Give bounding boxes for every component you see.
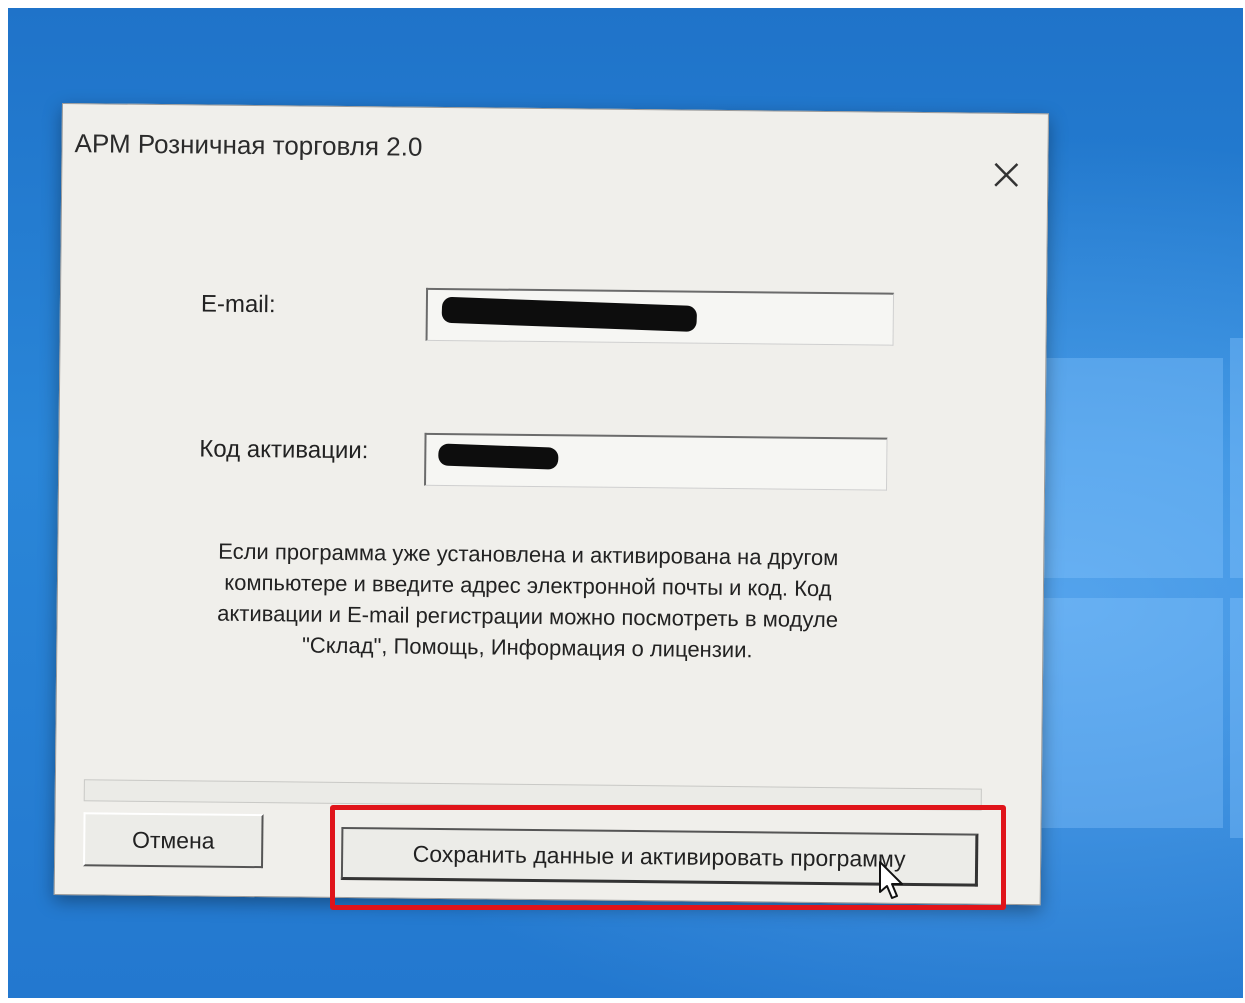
windows-logo-pane xyxy=(1038,598,1223,828)
redaction-mark xyxy=(437,443,559,470)
close-button[interactable] xyxy=(989,158,1023,192)
redaction-mark xyxy=(441,296,698,332)
activation-code-field[interactable] xyxy=(424,432,888,491)
windows-logo-pane xyxy=(1230,598,1243,838)
info-text: Если программа уже установлена и активир… xyxy=(217,538,839,663)
mouse-pointer-icon xyxy=(879,861,903,899)
email-label: E-mail: xyxy=(200,290,276,319)
dialog-title: АРМ Розничная торговля 2.0 xyxy=(74,128,423,162)
activation-code-label: Код активации: xyxy=(199,435,369,465)
cancel-button[interactable]: Отмена xyxy=(83,812,264,869)
windows-logo-pane xyxy=(1038,358,1223,578)
photo-frame: АРМ Розничная торговля 2.0 E-mail: Код а… xyxy=(0,0,1245,1003)
windows-logo-pane xyxy=(1230,338,1243,578)
close-icon xyxy=(994,162,1019,187)
email-field[interactable] xyxy=(425,287,895,346)
activation-dialog: АРМ Розничная торговля 2.0 E-mail: Код а… xyxy=(53,103,1049,906)
